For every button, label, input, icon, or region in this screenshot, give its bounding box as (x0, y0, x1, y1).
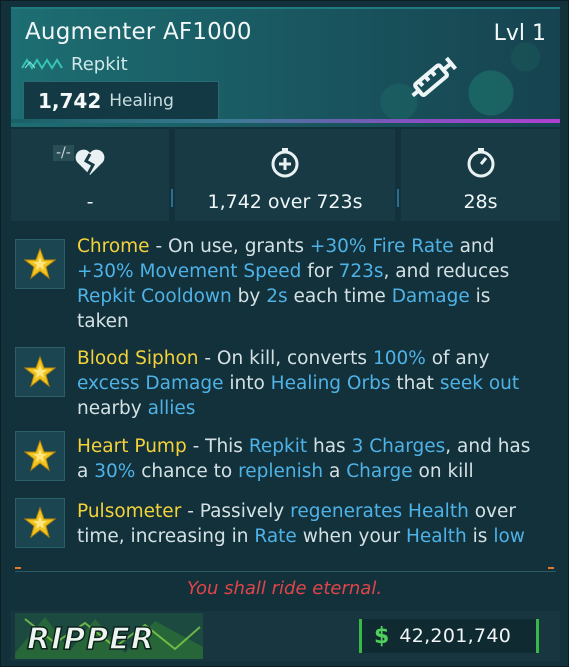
perk-text-segment: for (301, 261, 339, 282)
perk-text-segment: of any (425, 348, 490, 369)
perk-text-segment: - Passively (181, 501, 291, 522)
perk-keyword: excess Damage (77, 373, 224, 394)
manufacturer-chevrons-icon (21, 58, 63, 70)
perk-star-icon-box (15, 431, 65, 481)
perk-name: Chrome (77, 236, 150, 257)
stat-heal-over-time: 1,742 over 723s (175, 129, 395, 221)
perk-description: Chrome - On use, grants +30% Fire Rate a… (77, 234, 547, 334)
stat-value: - (86, 191, 94, 213)
perk-name: Blood Siphon (77, 348, 199, 369)
main-stat-value: 1,742 (38, 89, 102, 113)
perk-description: Pulsometer - Passively regenerates Healt… (77, 499, 547, 549)
perk-text-segment: that (390, 373, 440, 394)
perk-text-segment: nearby (77, 398, 148, 419)
perk-text-segment: each time (287, 286, 392, 307)
item-level: Lvl 1 (493, 21, 546, 46)
perk-description: Blood Siphon - On kill, converts 100% of… (77, 346, 547, 421)
stat-divider (397, 189, 399, 207)
perk-keyword: regenerates Health (290, 501, 469, 522)
item-type: Repkit (71, 53, 128, 75)
perk-keyword: Rate (254, 526, 297, 547)
perk-name: Heart Pump (77, 436, 187, 457)
perk-name: Pulsometer (77, 501, 182, 522)
flavor-divider-tick (15, 567, 21, 569)
perk-text-segment: , and reduces (383, 261, 510, 282)
perk-text-segment: - On kill, converts (198, 348, 373, 369)
perk-keyword: 3 Charges (351, 436, 446, 457)
manufacturer-row: Repkit (21, 53, 128, 75)
perk-text-segment: - On use, grants (149, 236, 310, 257)
perk-text-segment: and (453, 236, 495, 257)
stat-damage-taken: -/- - (11, 129, 169, 221)
price-box: $ 42,201,740 (359, 619, 539, 653)
perk-text-segment: on kill (412, 461, 474, 482)
flavor-divider-tick (548, 567, 554, 569)
item-name: Augmenter AF1000 (25, 19, 252, 45)
perk-text-segment: a (323, 461, 347, 482)
perk-keyword: 723s (338, 261, 384, 282)
brand-logo-text: RIPPER (27, 622, 155, 657)
stat-value: 1,742 over 723s (207, 191, 363, 213)
stat-value: 28s (463, 191, 498, 213)
perk-text-segment: by (231, 286, 267, 307)
main-stat-box: 1,742 Healing (23, 81, 219, 121)
perk-text-segment: into (223, 373, 271, 394)
perk-text-segment: is (466, 526, 494, 547)
perk-text-segment: - This (186, 436, 249, 457)
perk-star-icon-box (15, 347, 65, 397)
perk-star-icon-box (15, 239, 65, 289)
price-value: 42,201,740 (399, 625, 512, 647)
perk-keyword: Healing Orbs (270, 373, 391, 394)
item-footer: RIPPER $ 42,201,740 (11, 611, 560, 661)
heal-over-time-icon (271, 148, 299, 178)
perk-keyword: +30% Movement Speed (77, 261, 302, 282)
perk-description: Heart Pump - This Repkit has 3 Charges, … (77, 434, 547, 484)
brand-logo: RIPPER (15, 613, 203, 659)
perk-keyword: Damage (391, 286, 470, 307)
perk-text-segment: when your (296, 526, 407, 547)
perk-keyword: Repkit (248, 436, 308, 457)
rarity-bar (11, 119, 560, 123)
perk-star-icon (23, 506, 57, 539)
perk-keyword: 2s (266, 286, 288, 307)
syringe-icon (411, 56, 458, 98)
perk-star-icon (23, 439, 57, 472)
flavor-text: You shall ride eternal. (186, 578, 383, 599)
perk-keyword: allies (147, 398, 196, 419)
perk-keyword: 30% (94, 461, 136, 482)
perk-keyword: replenish (238, 461, 324, 482)
broken-heart-icon (75, 149, 105, 175)
stat-divider (171, 189, 173, 207)
perk-keyword: Repkit Cooldown (77, 286, 232, 307)
perk-keyword: Health (406, 526, 467, 547)
stats-row: -/- - 1,742 over 723s 28s (11, 129, 560, 221)
stat-prefix: -/- (53, 145, 74, 161)
item-card: Augmenter AF1000 Lvl 1 Repkit 1,742 Heal… (0, 0, 569, 667)
perk-keyword: 100% (372, 348, 426, 369)
perk-keyword: seek out (439, 373, 520, 394)
perk-text-segment: chance to (135, 461, 239, 482)
cooldown-timer-icon (467, 148, 494, 178)
main-stat-label: Healing (109, 91, 174, 111)
stat-cooldown: 28s (401, 129, 560, 221)
perk-keyword: +30% Fire Rate (309, 236, 454, 257)
perk-text-segment: has (307, 436, 352, 457)
item-header: Augmenter AF1000 Lvl 1 Repkit 1,742 Heal… (11, 7, 560, 127)
dollar-icon: $ (374, 623, 390, 649)
perk-keyword: low (493, 526, 525, 547)
perk-star-icon (23, 355, 57, 388)
flavor-divider (15, 571, 556, 572)
perk-keyword: Charge (346, 461, 413, 482)
perk-star-icon-box (15, 498, 65, 548)
perk-star-icon (23, 247, 57, 280)
